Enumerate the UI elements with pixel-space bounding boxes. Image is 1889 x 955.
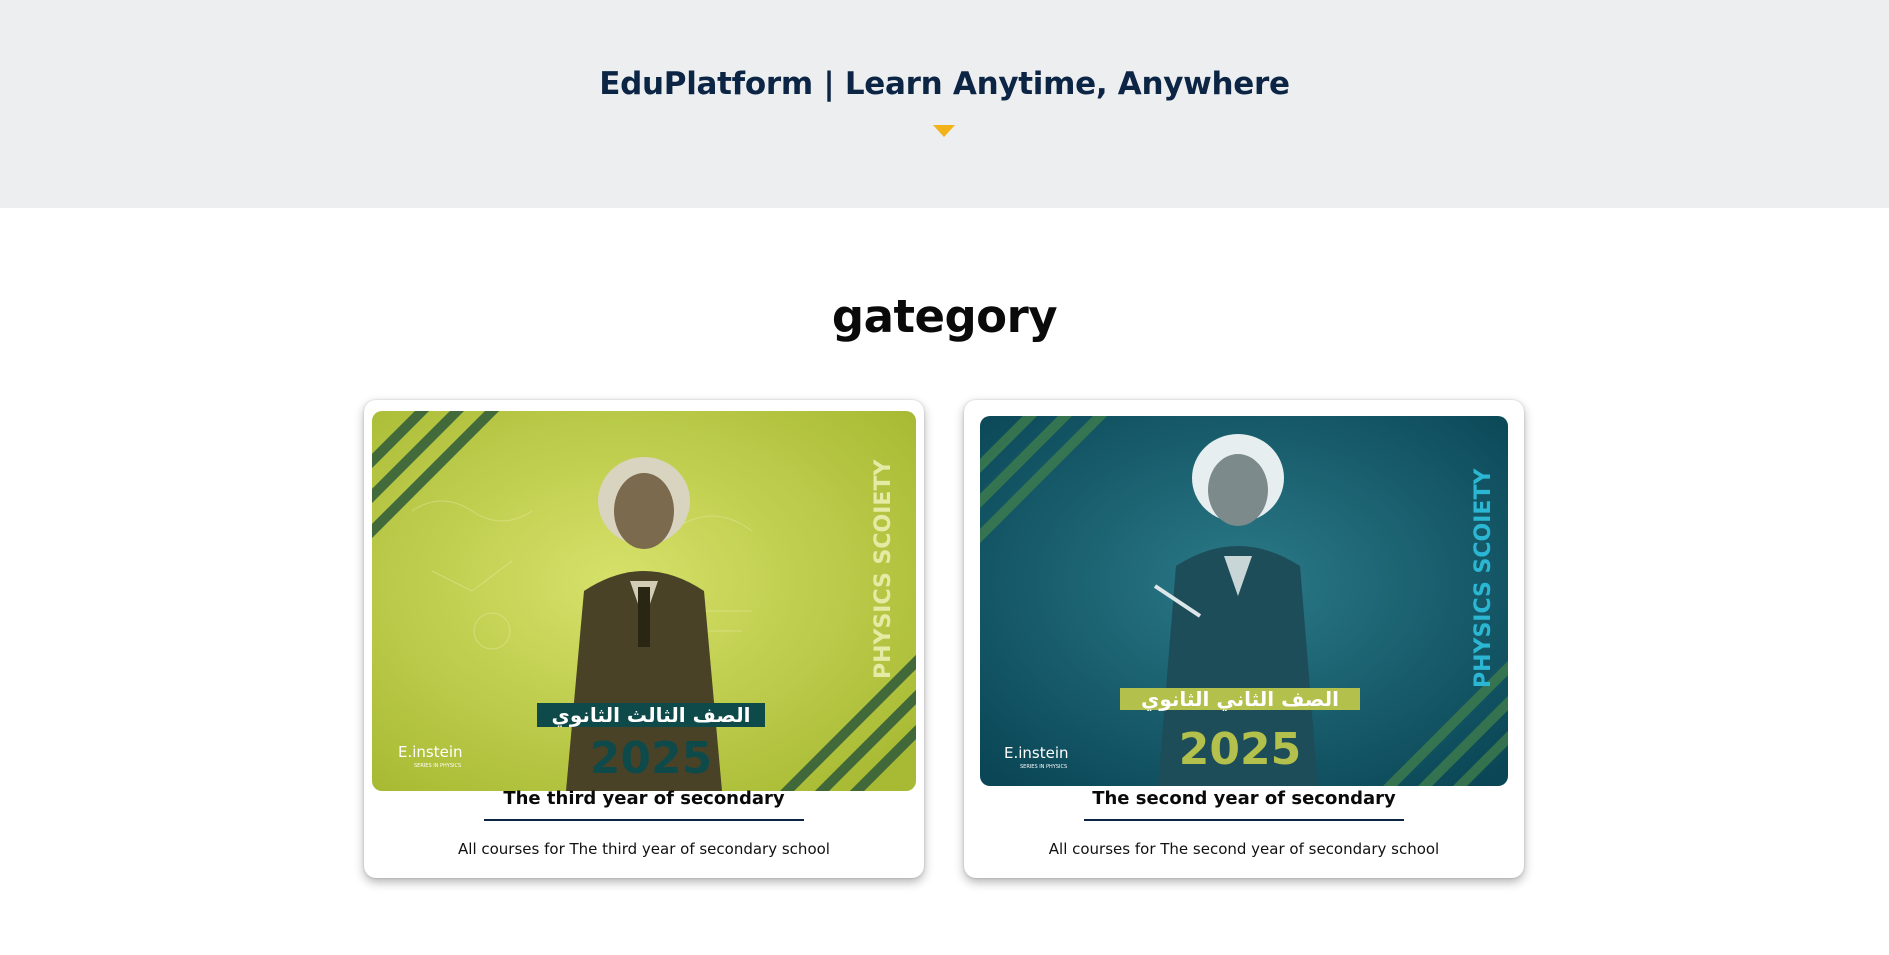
cover-logo-text: E.instein (1004, 744, 1069, 762)
cover-logo-text: E.instein (398, 743, 463, 761)
cover-year-text: 2025 (590, 733, 712, 784)
caret-down-icon (933, 125, 955, 137)
category-card-second-year[interactable]: الصف الثاني الثانوي 2025 PHYSICS SCOIETY… (964, 400, 1524, 878)
cover-logo-subtext: SERIES IN PHYSICS (1020, 764, 1067, 770)
cover-year-text: 2025 (1179, 724, 1301, 775)
einstein-cover-illustration: الصف الثاني الثانوي 2025 PHYSICS SCOIETY… (980, 416, 1508, 786)
title-underline (1084, 819, 1404, 821)
course-cover-image[interactable]: الصف الثاني الثانوي 2025 PHYSICS SCOIETY… (980, 416, 1508, 786)
hero-banner: EduPlatform | Learn Anytime, Anywhere (0, 0, 1889, 208)
card-description: All courses for The third year of second… (458, 840, 830, 858)
category-card-third-year[interactable]: الصف الثالث الثانوي 2025 PHYSICS SCOIETY… (364, 400, 924, 878)
card-title: The second year of secondary (1092, 788, 1396, 809)
cover-side-text: PHYSICS SCOIETY (1471, 468, 1496, 688)
cover-side-text: PHYSICS SCOIETY (871, 459, 896, 679)
title-underline (484, 819, 804, 821)
cover-banner-text: الصف الثاني الثانوي (1141, 687, 1339, 712)
site-title: EduPlatform | Learn Anytime, Anywhere (599, 66, 1290, 102)
course-cover-image[interactable]: الصف الثالث الثانوي 2025 PHYSICS SCOIETY… (372, 411, 916, 791)
card-title: The third year of secondary (503, 788, 785, 809)
section-title: gategory (831, 290, 1058, 343)
einstein-cover-illustration: الصف الثالث الثانوي 2025 PHYSICS SCOIETY… (372, 411, 916, 791)
cover-banner-text: الصف الثالث الثانوي (552, 703, 751, 728)
cover-logo-subtext: SERIES IN PHYSICS (414, 763, 461, 769)
card-description: All courses for The second year of secon… (1048, 840, 1440, 858)
